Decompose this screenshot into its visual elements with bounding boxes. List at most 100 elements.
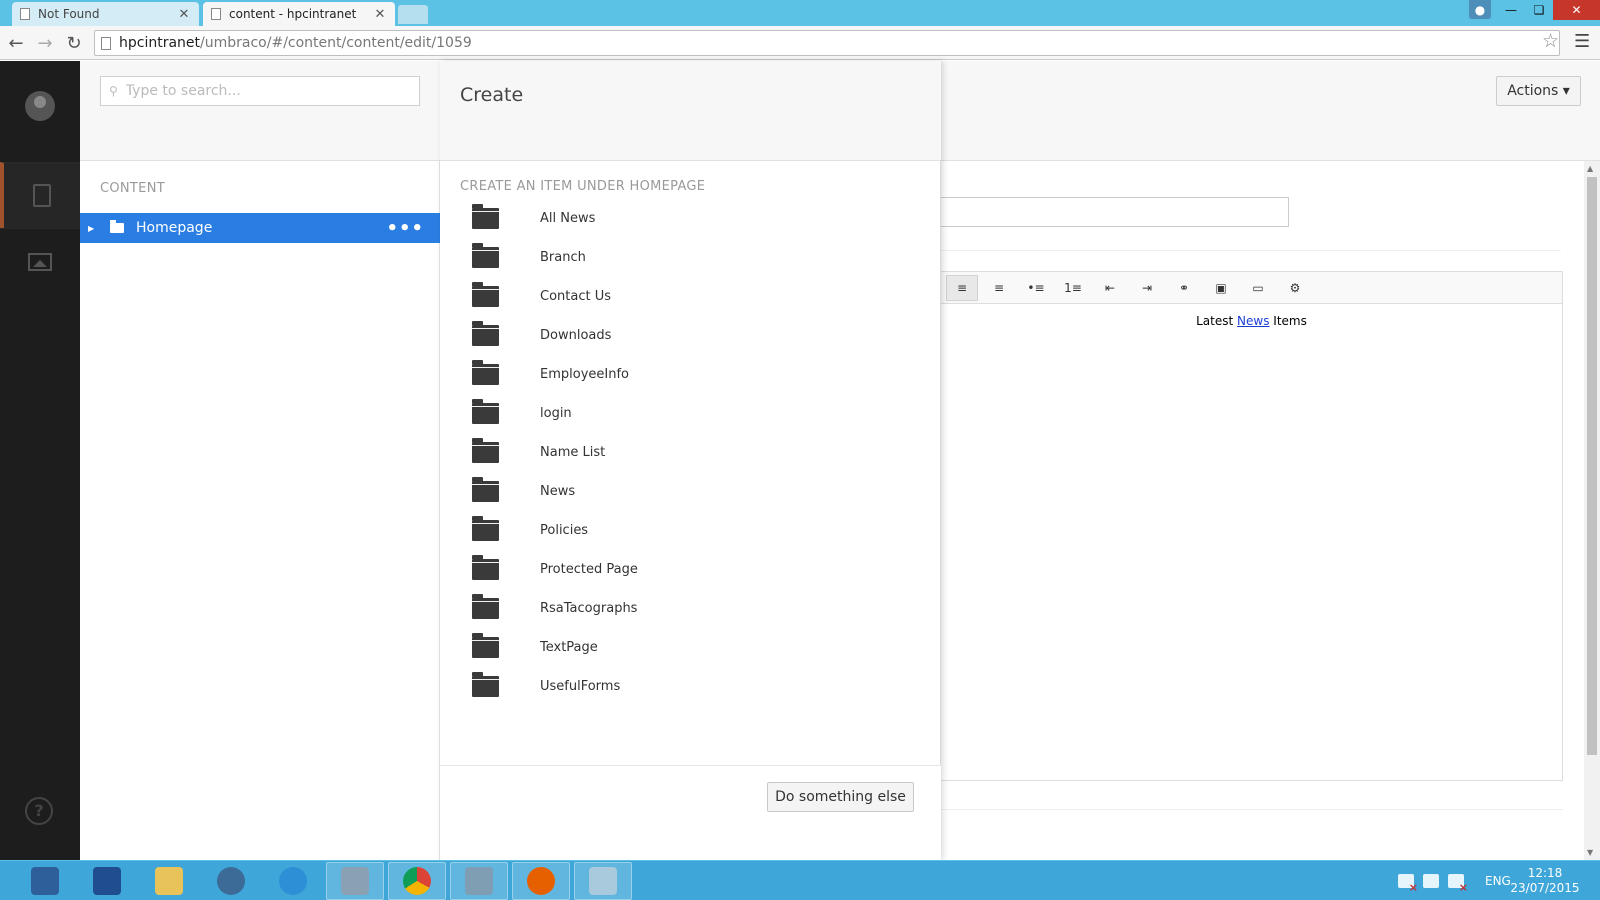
- back-arrow-icon[interactable]: ←: [4, 31, 28, 55]
- content-type-label: RsaTacographs: [540, 601, 638, 616]
- macro-icon[interactable]: ⚙: [1279, 275, 1311, 301]
- expand-caret-icon[interactable]: ▶: [88, 224, 100, 233]
- language-indicator[interactable]: ENG: [1485, 874, 1511, 888]
- dialog-header: Create: [440, 61, 941, 161]
- content-type-label: Name List: [540, 445, 606, 460]
- embed-media-icon[interactable]: ▭: [1242, 275, 1274, 301]
- clock[interactable]: 12:18 23/07/2015: [1510, 866, 1580, 896]
- news-link[interactable]: News: [1237, 314, 1269, 328]
- content-type-label: Branch: [540, 250, 586, 265]
- firefox-icon[interactable]: [512, 862, 570, 900]
- content-type-item[interactable]: login: [440, 394, 941, 434]
- postgresql-icon[interactable]: [202, 862, 260, 900]
- close-window-button[interactable]: ✕: [1553, 0, 1600, 20]
- url-path: /umbraco/#/content/content/edit/1059: [200, 35, 472, 51]
- tab-content-hpcintranet[interactable]: content - hpcintranet ✕: [203, 2, 395, 26]
- content-type-item[interactable]: TextPage: [440, 628, 941, 668]
- minimize-button[interactable]: —: [1497, 0, 1525, 20]
- file-explorer-icon[interactable]: [140, 862, 198, 900]
- search-input[interactable]: [125, 83, 406, 99]
- dialog-footer: Do something else: [440, 765, 941, 860]
- section-content[interactable]: [0, 162, 80, 228]
- numbered-list-icon[interactable]: 1≡: [1057, 275, 1089, 301]
- more-options-icon[interactable]: •••: [386, 218, 424, 239]
- link-icon[interactable]: ⚭: [1168, 275, 1200, 301]
- content-type-item[interactable]: Protected Page: [440, 550, 941, 590]
- url-host: hpcintranet: [119, 35, 201, 51]
- internet-explorer-icon[interactable]: [264, 862, 322, 900]
- editor-scrollbar[interactable]: ▲ ▼: [1584, 161, 1600, 860]
- scroll-thumb[interactable]: [1587, 177, 1597, 755]
- outdent-icon[interactable]: ⇤: [1094, 275, 1126, 301]
- folder-icon: [472, 672, 499, 697]
- page-icon: [101, 36, 111, 50]
- powershell-icon[interactable]: [78, 862, 136, 900]
- content-type-item[interactable]: News: [440, 472, 941, 512]
- server-manager-icon[interactable]: [16, 862, 74, 900]
- scroll-up-icon[interactable]: ▲: [1587, 164, 1593, 173]
- do-something-else-button[interactable]: Do something else: [767, 782, 914, 812]
- tab-not-found[interactable]: Not Found ✕: [12, 2, 199, 26]
- content-type-label: News: [540, 484, 576, 499]
- content-tree-panel: ⚲ CONTENT ▶ Homepage •••: [80, 61, 440, 860]
- content-type-item[interactable]: Policies: [440, 511, 941, 551]
- align-center-icon[interactable]: ≡: [946, 274, 978, 301]
- network-app-icon[interactable]: [450, 862, 508, 900]
- content-type-label: All News: [540, 211, 596, 226]
- help-icon[interactable]: ?: [25, 797, 53, 825]
- section-media[interactable]: [0, 228, 80, 294]
- menu-icon[interactable]: ☰: [1574, 31, 1590, 52]
- close-tab-icon[interactable]: ✕: [177, 7, 191, 22]
- tree-node-homepage[interactable]: ▶ Homepage •••: [80, 213, 440, 243]
- content-type-label: TextPage: [540, 640, 598, 655]
- editor-header: Actions ▾: [941, 61, 1600, 161]
- chrome-icon[interactable]: [388, 862, 446, 900]
- content-type-label: Contact Us: [540, 289, 611, 304]
- folder-icon: [472, 204, 499, 229]
- network-icon[interactable]: [1423, 874, 1439, 888]
- content-type-label: EmployeeInfo: [540, 367, 629, 382]
- new-tab-button[interactable]: [398, 5, 428, 24]
- content-type-item[interactable]: RsaTacographs: [440, 589, 941, 629]
- volume-icon[interactable]: [1448, 874, 1468, 894]
- notepad-icon[interactable]: [574, 862, 632, 900]
- address-bar[interactable]: hpcintranet/umbraco/#/content/content/ed…: [94, 30, 1560, 56]
- scroll-down-icon[interactable]: ▼: [1587, 848, 1593, 857]
- indent-icon[interactable]: ⇥: [1131, 275, 1163, 301]
- bookmark-star-icon[interactable]: ☆: [1542, 30, 1559, 52]
- content-type-label: UsefulForms: [540, 679, 621, 694]
- folder-icon: [472, 243, 499, 268]
- content-type-item[interactable]: UsefulForms: [440, 667, 941, 707]
- content-type-item[interactable]: Name List: [440, 433, 941, 473]
- insert-image-icon[interactable]: ▣: [1205, 275, 1237, 301]
- content-editor: Actions ▾ ≡ ≡ •≡ 1≡ ⇤ ⇥ ⚭ ▣ ▭ ⚙ Latest N…: [941, 61, 1600, 860]
- rte-text: Items: [1269, 314, 1307, 328]
- action-center-icon[interactable]: [1398, 874, 1418, 894]
- content-type-item[interactable]: EmployeeInfo: [440, 355, 941, 395]
- content-type-item[interactable]: Contact Us: [440, 277, 941, 317]
- bullet-list-icon[interactable]: •≡: [1020, 275, 1052, 301]
- folder-icon: [472, 438, 499, 463]
- server-app-icon[interactable]: [326, 862, 384, 900]
- actions-button[interactable]: Actions ▾: [1496, 76, 1581, 106]
- tree-header: ⚲: [80, 61, 440, 161]
- content-type-label: login: [540, 406, 572, 421]
- user-profile-icon[interactable]: ●: [1469, 0, 1491, 19]
- forward-arrow-icon[interactable]: →: [33, 31, 57, 55]
- content-type-item[interactable]: Downloads: [440, 316, 941, 356]
- close-tab-icon[interactable]: ✕: [373, 7, 387, 22]
- rte-content[interactable]: Latest News Items: [941, 314, 1562, 328]
- align-right-icon[interactable]: ≡: [983, 275, 1015, 301]
- page-icon: [20, 8, 30, 20]
- rte-text: Latest: [1196, 314, 1238, 328]
- reload-icon[interactable]: ↻: [62, 31, 86, 55]
- image-icon: [28, 252, 52, 271]
- content-type-item[interactable]: Branch: [440, 238, 941, 278]
- property-input[interactable]: [941, 197, 1289, 227]
- content-type-item[interactable]: All News: [440, 199, 941, 239]
- avatar[interactable]: [25, 91, 55, 121]
- dialog-title: Create: [460, 84, 524, 106]
- tab-label: content - hpcintranet: [229, 7, 357, 21]
- maximize-button[interactable]: ❏: [1525, 0, 1553, 20]
- search-box[interactable]: ⚲: [100, 76, 420, 106]
